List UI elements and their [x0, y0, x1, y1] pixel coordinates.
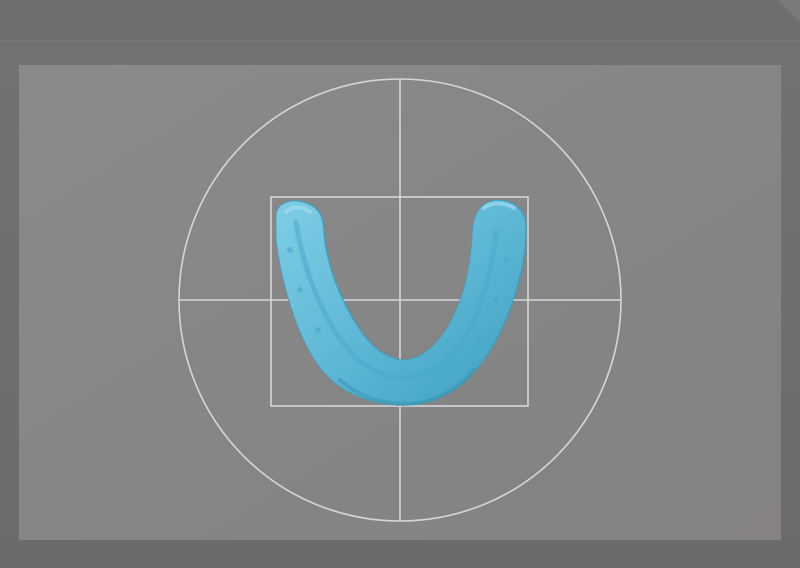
- texture-bump: [503, 257, 509, 263]
- scan-viewport[interactable]: [0, 0, 800, 568]
- texture-bump: [287, 247, 293, 253]
- texture-bump: [493, 297, 499, 303]
- viewport-canvas[interactable]: [0, 0, 800, 568]
- texture-bump: [315, 327, 321, 333]
- texture-bump: [297, 287, 303, 293]
- texture-bump: [475, 337, 481, 343]
- box-top-face: [0, 0, 800, 44]
